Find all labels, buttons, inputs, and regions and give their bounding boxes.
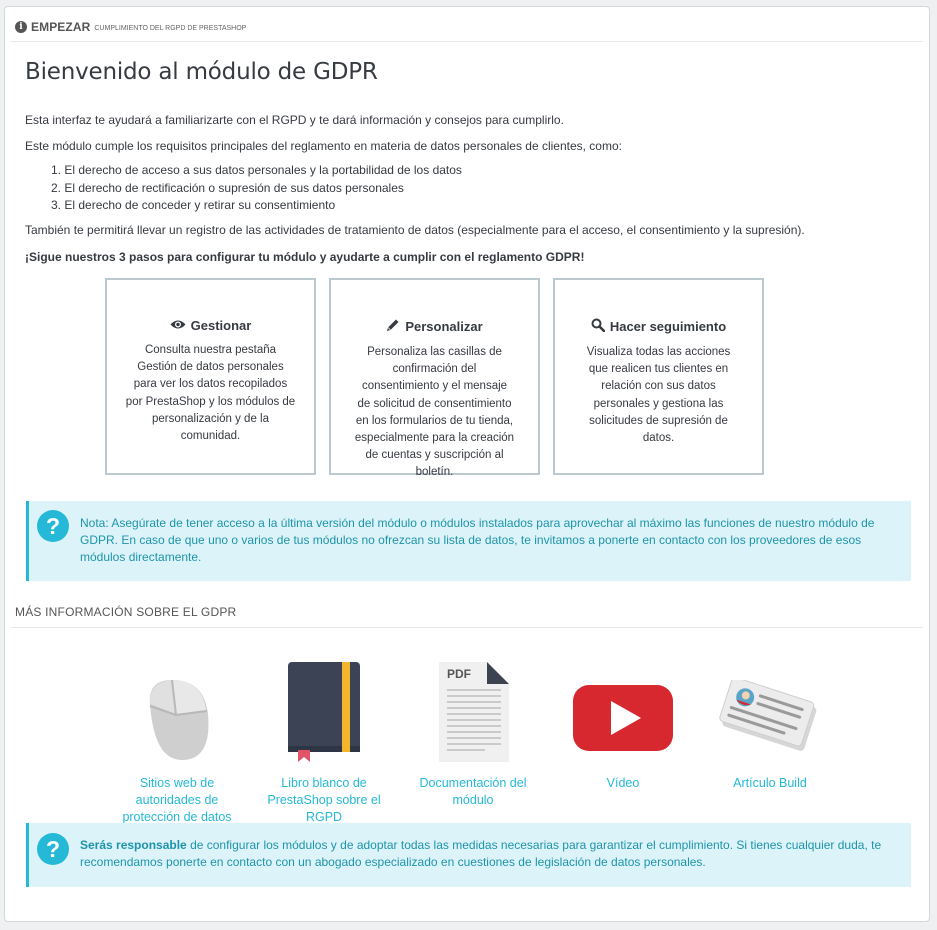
resource-authorities-link[interactable]: Sitios web de autoridades de protección … (112, 657, 242, 826)
divider (11, 41, 923, 42)
resource-whitepaper-link[interactable]: Libro blanco de PrestaShop sobre el RGPD (259, 657, 389, 826)
pencil-icon (386, 318, 400, 335)
panel-subtitle: CUMPLIMIENTO DEL RGPD DE PRESTASHOP (94, 25, 247, 32)
gdpr-panel: i EMPEZAR CUMPLIMIENTO DEL RGPD DE PREST… (4, 6, 930, 922)
resource-label: Vídeo (606, 776, 640, 790)
responsibility-text: Serás responsable de configurar los módu… (80, 837, 900, 871)
step-title: Hacer seguimiento (609, 319, 727, 334)
question-icon: ? (37, 510, 69, 542)
responsibility-alert: ? Serás responsable de configurar los mó… (26, 823, 911, 887)
requirements-intro: Este módulo cumple los requisitos princi… (25, 139, 622, 153)
resource-documentation-link[interactable]: PDF Documentación del módulo (408, 657, 538, 809)
rights-list: 1. El derecho de acceso a sus datos pers… (51, 162, 462, 215)
resource-label: Documentación del módulo (419, 776, 527, 807)
divider (11, 627, 923, 628)
svg-text:PDF: PDF (447, 667, 471, 681)
step-text: Personaliza las casillas de confirmación… (354, 346, 515, 479)
panel-title: EMPEZAR (31, 20, 91, 34)
page-title: Bienvenido al módulo de GDPR (25, 59, 378, 85)
step-card-customize: Personalizar Personaliza las casillas de… (329, 278, 540, 478)
resource-label: Libro blanco de PrestaShop sobre el RGPD (267, 776, 381, 824)
mouse-icon (142, 674, 212, 767)
step-title: Personalizar (405, 319, 483, 334)
book-icon (286, 660, 362, 767)
pdf-icon: PDF (435, 660, 511, 767)
video-play-icon (573, 684, 673, 754)
section-title: MÁS INFORMACIÓN SOBRE EL GDPR (15, 605, 237, 619)
question-icon: ? (37, 833, 69, 865)
list-item: 1. El derecho de acceso a sus datos pers… (51, 163, 462, 177)
register-note: También te permitirá llevar un registro … (25, 223, 805, 237)
note-alert: ? Nota: Asegúrate de tener acceso a la ú… (26, 501, 911, 581)
resource-article-link[interactable]: Artículo Build (705, 657, 835, 792)
responsibility-body: de configurar los módulos y de adoptar t… (80, 838, 882, 869)
panel-header: i EMPEZAR CUMPLIMIENTO DEL RGPD DE PREST… (15, 17, 246, 37)
eye-icon (170, 318, 186, 333)
step-card-manage: Gestionar Consulta nuestra pestaña Gesti… (105, 278, 316, 475)
step-text: Consulta nuestra pestaña Gestión de dato… (125, 344, 296, 443)
steps-intro: ¡Sigue nuestros 3 pasos para configurar … (25, 250, 585, 264)
intro-text: Esta interfaz te ayudará a familiarizart… (25, 113, 564, 127)
step-text: Visualiza todas las acciones que realice… (586, 346, 731, 445)
info-icon: i (15, 21, 27, 33)
search-icon (591, 318, 606, 335)
newspaper-icon (718, 676, 822, 759)
list-item: 3. El derecho de conceder y retirar su c… (51, 198, 336, 212)
resource-label: Sitios web de autoridades de protección … (122, 776, 232, 824)
step-card-track: Hacer seguimiento Visualiza todas las ac… (553, 278, 764, 475)
resource-video-link[interactable]: Vídeo (558, 657, 688, 792)
step-title: Gestionar (190, 318, 252, 333)
note-text: Nota: Asegúrate de tener acceso a la últ… (80, 516, 875, 564)
responsibility-bold: Serás responsable (80, 838, 187, 852)
list-item: 2. El derecho de rectificación o supresi… (51, 180, 404, 195)
resource-label: Artículo Build (733, 776, 807, 790)
